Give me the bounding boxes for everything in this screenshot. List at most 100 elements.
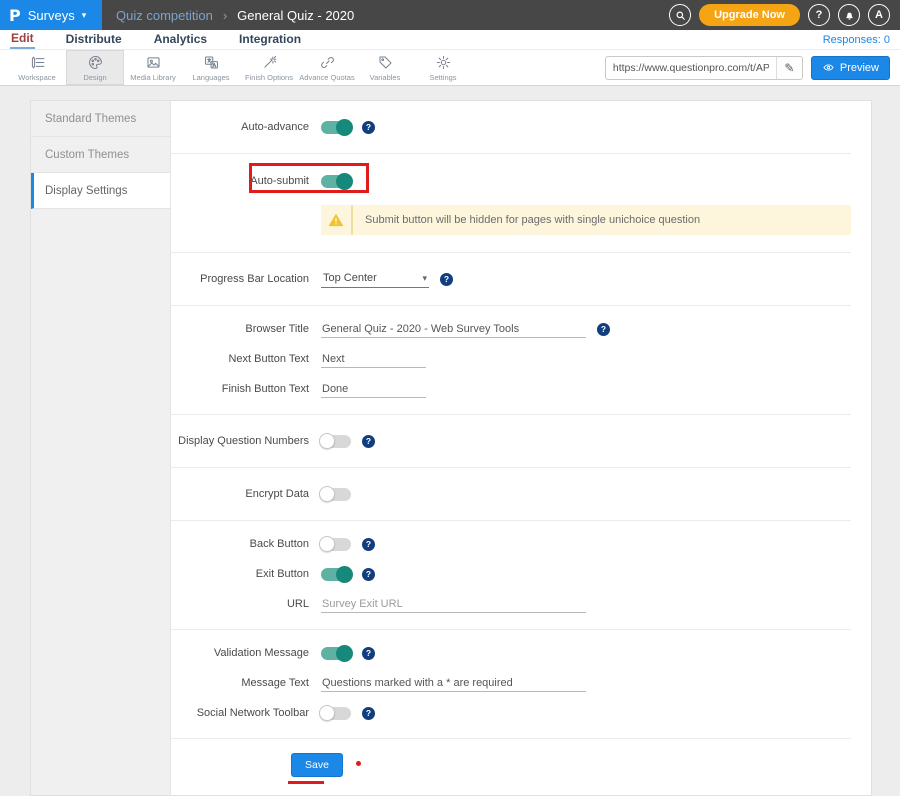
next-button-text-label: Next Button Text — [171, 353, 321, 365]
section-validation: Validation Message ? Message Text Social… — [171, 630, 851, 739]
toolbar-item-settings[interactable]: Settings — [414, 50, 472, 85]
browser-title-help-icon[interactable]: ? — [597, 323, 610, 336]
toolbar-item-variables[interactable]: Variables — [356, 50, 414, 85]
auto-advance-toggle[interactable] — [321, 121, 351, 134]
exit-button-help-icon[interactable]: ? — [362, 568, 375, 581]
display-settings-panel: Auto-advance ? Auto-submit Submit button… — [171, 101, 873, 795]
toolbar-item-media-library[interactable]: Media Library — [124, 50, 182, 85]
auto-advance-help-icon[interactable]: ? — [362, 121, 375, 134]
toggle-knob — [319, 536, 335, 552]
progress-bar-location-label: Progress Bar Location — [171, 273, 321, 285]
toggle-knob — [336, 119, 353, 136]
preview-button[interactable]: Preview — [811, 56, 890, 80]
warning-message: Submit button will be hidden for pages w… — [353, 205, 712, 235]
tab-distribute[interactable]: Distribute — [65, 31, 123, 48]
toggle-knob — [336, 645, 353, 662]
back-button-help-icon[interactable]: ? — [362, 538, 375, 551]
exit-url-input[interactable] — [321, 596, 586, 613]
auto-advance-label: Auto-advance — [171, 121, 321, 133]
section-encrypt-data: Encrypt Data — [171, 468, 851, 521]
notifications-bell-icon[interactable] — [838, 4, 860, 26]
workspace-icon — [29, 54, 46, 71]
back-button-toggle[interactable] — [321, 538, 351, 551]
toggle-knob — [336, 566, 353, 583]
search-icon[interactable] — [669, 4, 691, 26]
section-question-numbers: Display Question Numbers ? — [171, 415, 851, 468]
browser-title-label: Browser Title — [171, 323, 321, 335]
breadcrumb-folder[interactable]: Quiz competition — [116, 8, 213, 23]
finish-options-wand-icon — [261, 54, 278, 71]
design-sidebar: Standard Themes Custom Themes Display Se… — [31, 101, 171, 795]
breadcrumb: Quiz competition › General Quiz - 2020 — [116, 8, 354, 23]
toolbar-item-design[interactable]: Design — [66, 50, 124, 85]
red-annotation-dot — [356, 761, 361, 766]
help-icon[interactable]: ? — [808, 4, 830, 26]
toggle-knob — [319, 486, 335, 502]
edit-toolbar: Workspace Design Media Library Languages… — [0, 49, 900, 86]
exit-button-label: Exit Button — [171, 568, 321, 580]
browser-title-input[interactable] — [321, 321, 586, 338]
toolbar-item-label: Design — [83, 73, 106, 82]
chevron-down-icon: ▾ — [82, 10, 87, 21]
exit-url-label: URL — [171, 598, 321, 610]
sidebar-item-standard-themes[interactable]: Standard Themes — [31, 101, 170, 137]
toolbar-item-languages[interactable]: Languages — [182, 50, 240, 85]
exit-button-toggle[interactable] — [321, 568, 351, 581]
section-text-fields: Browser Title ? Next Button Text Finish … — [171, 306, 851, 415]
survey-nav-tabs: Edit Distribute Analytics Integration Re… — [0, 30, 900, 49]
tab-analytics[interactable]: Analytics — [153, 31, 208, 48]
media-library-icon — [145, 54, 162, 71]
progress-bar-location-select[interactable]: Top Center ▾ — [321, 270, 429, 288]
social-network-toolbar-label: Social Network Toolbar — [171, 707, 321, 719]
toolbar-item-label: Languages — [192, 73, 229, 82]
eye-icon — [822, 61, 835, 74]
sidebar-item-custom-themes[interactable]: Custom Themes — [31, 137, 170, 173]
toggle-knob — [319, 433, 335, 449]
progress-bar-help-icon[interactable]: ? — [440, 273, 453, 286]
section-progress-bar: Progress Bar Location Top Center ▾ ? — [171, 253, 851, 306]
preview-label: Preview — [840, 62, 879, 74]
settings-gear-icon — [435, 54, 452, 71]
tab-edit[interactable]: Edit — [10, 30, 35, 49]
toolbar-item-label: Workspace — [18, 73, 55, 82]
red-annotation-underline — [288, 781, 324, 784]
responses-count[interactable]: Responses: 0 — [823, 34, 890, 46]
sidebar-item-display-settings[interactable]: Display Settings — [31, 173, 170, 209]
social-network-toolbar-toggle[interactable] — [321, 707, 351, 720]
toggle-knob — [319, 705, 335, 721]
validation-message-help-icon[interactable]: ? — [362, 647, 375, 660]
surveys-product-menu[interactable]: P Surveys ▾ — [0, 0, 102, 30]
auto-submit-toggle[interactable] — [321, 175, 351, 188]
toolbar-item-label: Media Library — [130, 73, 175, 82]
upgrade-now-button[interactable]: Upgrade Now — [699, 4, 800, 26]
toolbar-item-workspace[interactable]: Workspace — [8, 50, 66, 85]
header-actions: Upgrade Now ? A — [669, 4, 900, 26]
encrypt-data-toggle[interactable] — [321, 488, 351, 501]
display-question-numbers-toggle[interactable] — [321, 435, 351, 448]
survey-url-input[interactable] — [606, 62, 776, 74]
section-auto-advance: Auto-advance ? — [171, 101, 851, 154]
section-navigation-buttons: Back Button ? Exit Button ? URL — [171, 521, 851, 630]
display-question-numbers-help-icon[interactable]: ? — [362, 435, 375, 448]
auto-submit-warning: Submit button will be hidden for pages w… — [321, 205, 851, 235]
toolbar-item-label: Finish Options — [245, 73, 293, 82]
next-button-text-input[interactable] — [321, 351, 426, 368]
tab-integration[interactable]: Integration — [238, 31, 302, 48]
selected-option: Top Center — [323, 272, 377, 284]
survey-url-box: ✎ — [605, 56, 803, 80]
app-header: P Surveys ▾ Quiz competition › General Q… — [0, 0, 900, 30]
back-button-label: Back Button — [171, 538, 321, 550]
save-button[interactable]: Save — [291, 753, 343, 777]
toolbar-item-label: Advance Quotas — [299, 73, 354, 82]
warning-triangle-icon — [321, 205, 353, 235]
user-avatar[interactable]: A — [868, 4, 890, 26]
social-network-toolbar-help-icon[interactable]: ? — [362, 707, 375, 720]
design-palette-icon — [87, 54, 104, 71]
edit-url-pencil-icon[interactable]: ✎ — [776, 57, 802, 79]
validation-message-toggle[interactable] — [321, 647, 351, 660]
toolbar-item-finish-options[interactable]: Finish Options — [240, 50, 298, 85]
breadcrumb-separator-icon: › — [223, 8, 227, 23]
toolbar-item-label: Settings — [429, 73, 456, 82]
toolbar-item-advance-quotas[interactable]: Advance Quotas — [298, 50, 356, 85]
finish-button-text-input[interactable] — [321, 381, 426, 398]
